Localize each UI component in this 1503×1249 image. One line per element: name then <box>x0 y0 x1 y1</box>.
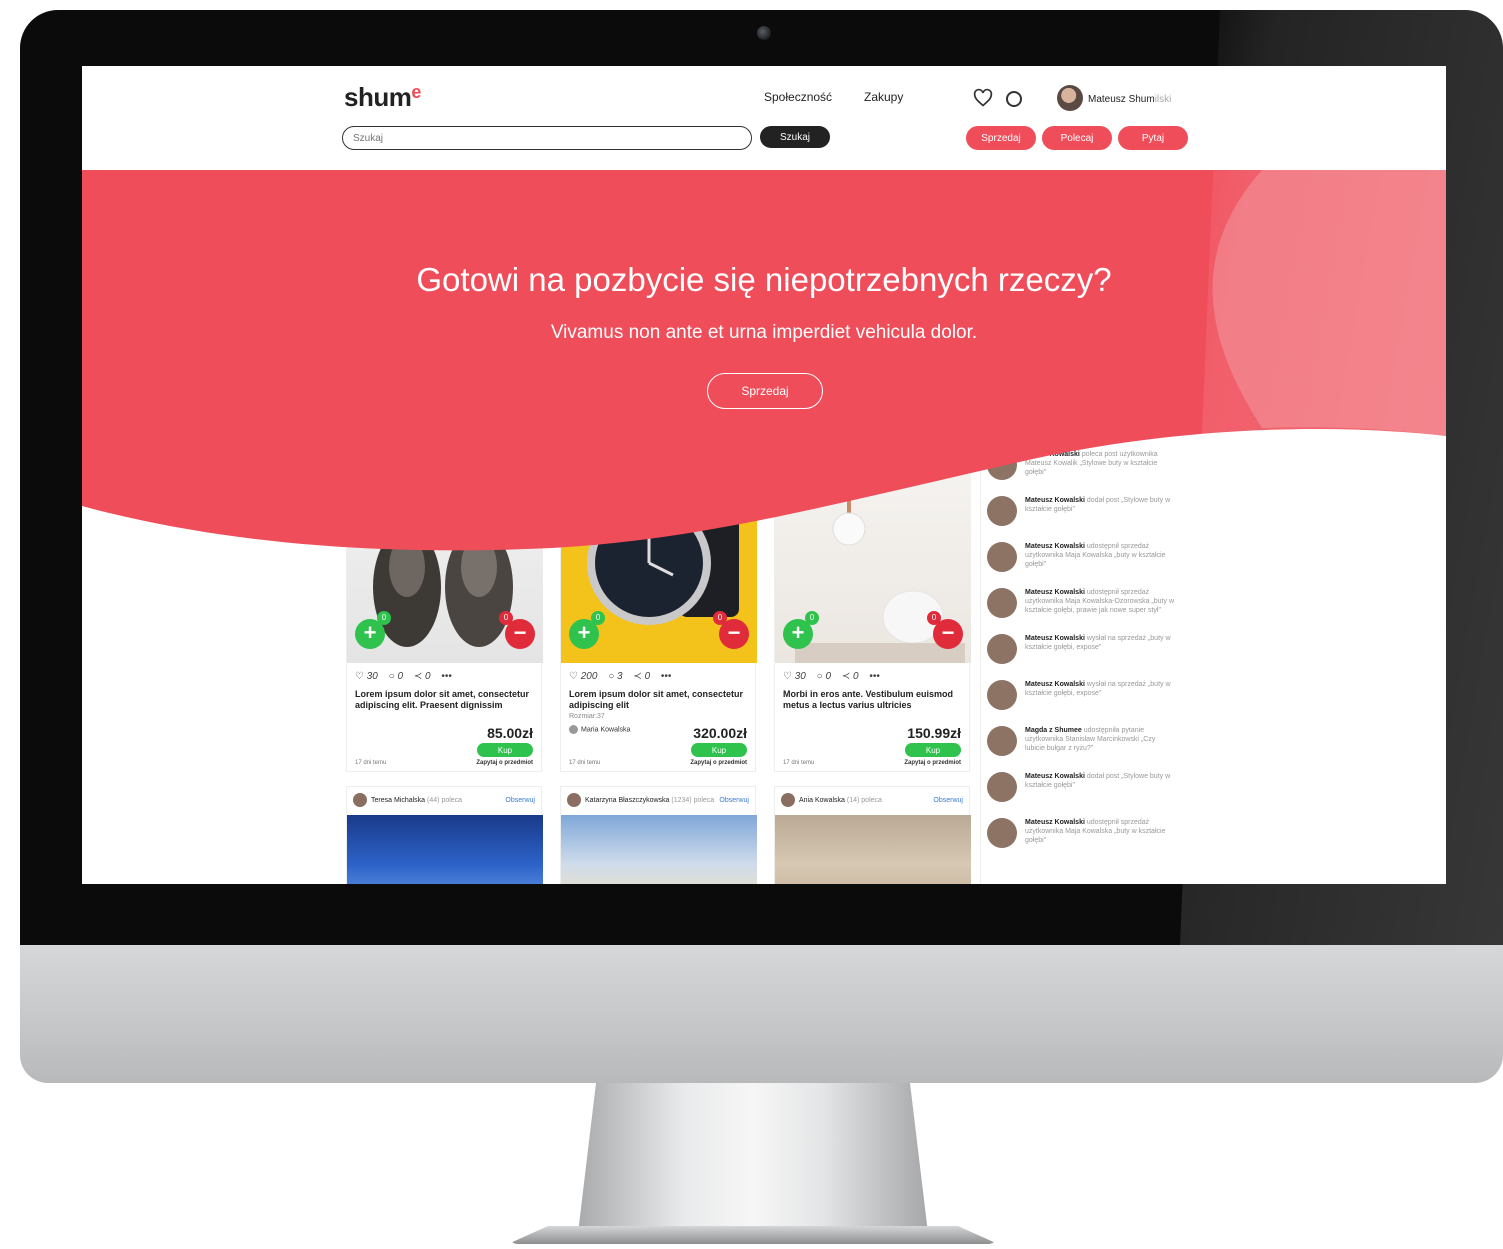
feed-item[interactable]: Mateusz Kowalski wysłał na sprzedaż „but… <box>981 672 1180 718</box>
ask-link[interactable]: Zapytaj o przedmiot <box>476 760 533 766</box>
product-time: 17 dni temu <box>783 760 815 766</box>
seller[interactable]: Maria Kowalska <box>569 725 630 734</box>
product-time: 17 dni temu <box>569 760 601 766</box>
monitor-foot <box>508 1226 998 1244</box>
feed-item[interactable]: Mateusz Kowalski udostępnił sprzedaż uży… <box>981 580 1180 626</box>
product-title[interactable]: Lorem ipsum dolor sit amet, consectetur … <box>569 689 751 711</box>
like-icon[interactable]: ♡ 200 <box>569 671 597 682</box>
post-card[interactable]: Teresa Michalska (44) poleca Obserwuj <box>346 786 543 884</box>
seller-avatar <box>569 725 578 734</box>
user-avatar[interactable] <box>1057 85 1083 111</box>
product-title[interactable]: Morbi in eros ante. Vestibulum euismod m… <box>783 689 965 711</box>
buy-button[interactable]: Kup <box>691 743 747 757</box>
feed-item[interactable]: Mateusz Kowalski wysłał na sprzedaż „but… <box>981 626 1180 672</box>
screen: shume Szukaj Społeczność Zakupy Mateusz … <box>82 66 1446 884</box>
feed-avatar <box>987 588 1017 618</box>
follow-link[interactable]: Obserwuj <box>933 797 963 804</box>
feed-text: Mateusz Kowalski wysłał na sprzedaż „but… <box>1025 681 1171 697</box>
feed-text: Mateusz Kowalski dodał post „Stylowe but… <box>1025 773 1171 789</box>
author-avatar <box>567 793 581 807</box>
minus-button[interactable]: − <box>719 619 749 649</box>
feed-item[interactable]: Magda z Shumee udostępniła pytanie użytk… <box>981 718 1180 764</box>
polecaj-pill-button[interactable]: Polecaj <box>1042 126 1112 150</box>
comment-icon[interactable]: ○ 0 <box>817 671 831 682</box>
monitor-chin <box>20 945 1503 1083</box>
hero-banner <box>82 170 1446 551</box>
share-icon[interactable]: ≺ 0 <box>414 671 431 682</box>
feed-text: Magda z Shumee udostępniła pytanie użytk… <box>1025 727 1156 752</box>
product-size: Rozmiar:37 <box>569 713 605 720</box>
notifications-icon[interactable] <box>1006 91 1022 107</box>
card-actions: ♡ 30 ○ 0 ≺ 0 ••• <box>355 671 460 682</box>
logo[interactable]: shume <box>344 82 421 113</box>
share-icon[interactable]: ≺ 0 <box>633 671 650 682</box>
minus-button[interactable]: − <box>933 619 963 649</box>
search-button[interactable]: Szukaj <box>760 126 830 148</box>
ask-link[interactable]: Zapytaj o przedmiot <box>690 760 747 766</box>
comment-icon[interactable]: ○ 0 <box>389 671 403 682</box>
post-author[interactable]: Teresa Michalska (44) poleca <box>353 793 462 807</box>
product-price: 150.99zł <box>907 725 961 741</box>
product-price: 85.00zł <box>487 725 533 741</box>
author-avatar <box>353 793 367 807</box>
buy-button[interactable]: Kup <box>477 743 533 757</box>
more-icon[interactable]: ••• <box>661 671 672 682</box>
plus-button[interactable]: + <box>783 619 813 649</box>
post-image[interactable] <box>775 815 971 884</box>
sprzedaj-pill-button[interactable]: Sprzedaj <box>966 126 1036 150</box>
feed-item[interactable]: Mateusz Kowalski dodał post „Stylowe but… <box>981 764 1180 810</box>
share-icon[interactable]: ≺ 0 <box>842 671 859 682</box>
ask-link[interactable]: Zapytaj o przedmiot <box>904 760 961 766</box>
post-author[interactable]: Ania Kowalska (14) poleca <box>781 793 882 807</box>
more-icon[interactable]: ••• <box>869 671 880 682</box>
nav-zakupy[interactable]: Zakupy <box>864 90 903 104</box>
comment-icon[interactable]: ○ 3 <box>608 671 622 682</box>
feed-text: Mateusz Kowalski udostępnił sprzedaż uży… <box>1025 819 1166 844</box>
post-image[interactable] <box>561 815 757 884</box>
search-input[interactable] <box>342 126 752 150</box>
feed-text: Mateusz Kowalski wysłał na sprzedaż „but… <box>1025 635 1171 651</box>
follow-link[interactable]: Obserwuj <box>505 797 535 804</box>
feed-text: Mateusz Kowalski udostępnił sprzedaż uży… <box>1025 589 1174 614</box>
more-icon[interactable]: ••• <box>441 671 452 682</box>
feed-item[interactable]: Mateusz Kowalski udostępnił sprzedaż uży… <box>981 810 1180 856</box>
post-card[interactable]: Ania Kowalska (14) poleca Obserwuj <box>774 786 971 884</box>
author-avatar <box>781 793 795 807</box>
post-card[interactable]: Katarzyna Błaszczykowska (1234) poleca O… <box>560 786 757 884</box>
feed-avatar <box>987 772 1017 802</box>
monitor-stand <box>578 1083 928 1233</box>
pytaj-pill-button[interactable]: Pytaj <box>1118 126 1188 150</box>
like-icon[interactable]: ♡ 30 <box>783 671 806 682</box>
feed-avatar <box>987 680 1017 710</box>
feed-avatar <box>987 634 1017 664</box>
heart-icon[interactable] <box>973 88 993 108</box>
follow-link[interactable]: Obserwuj <box>719 797 749 804</box>
hero-sell-button[interactable]: Sprzedaj <box>707 373 823 409</box>
product-time: 17 dni temu <box>355 760 387 766</box>
post-image[interactable] <box>347 815 543 884</box>
buy-button[interactable]: Kup <box>905 743 961 757</box>
like-icon[interactable]: ♡ 30 <box>355 671 378 682</box>
card-actions: ♡ 30 ○ 0 ≺ 0 ••• <box>783 671 888 682</box>
plus-button[interactable]: + <box>569 619 599 649</box>
user-name[interactable]: Mateusz Shumilski <box>1088 94 1171 105</box>
feed-avatar <box>987 818 1017 848</box>
hero-title: Gotowi na pozbycie się niepotrzebnych rz… <box>416 261 1112 298</box>
minus-button[interactable]: − <box>505 619 535 649</box>
product-price: 320.00zł <box>693 725 747 741</box>
nav-spolecznosc[interactable]: Społeczność <box>764 90 832 104</box>
post-author[interactable]: Katarzyna Błaszczykowska (1234) poleca <box>567 793 714 807</box>
webcam <box>757 26 771 40</box>
plus-button[interactable]: + <box>355 619 385 649</box>
hero-subtitle: Vivamus non ante et urna imperdiet vehic… <box>550 322 978 343</box>
feed-avatar <box>987 726 1017 756</box>
card-actions: ♡ 200 ○ 3 ≺ 0 ••• <box>569 671 679 682</box>
product-title[interactable]: Lorem ipsum dolor sit amet, consectetur … <box>355 689 537 711</box>
